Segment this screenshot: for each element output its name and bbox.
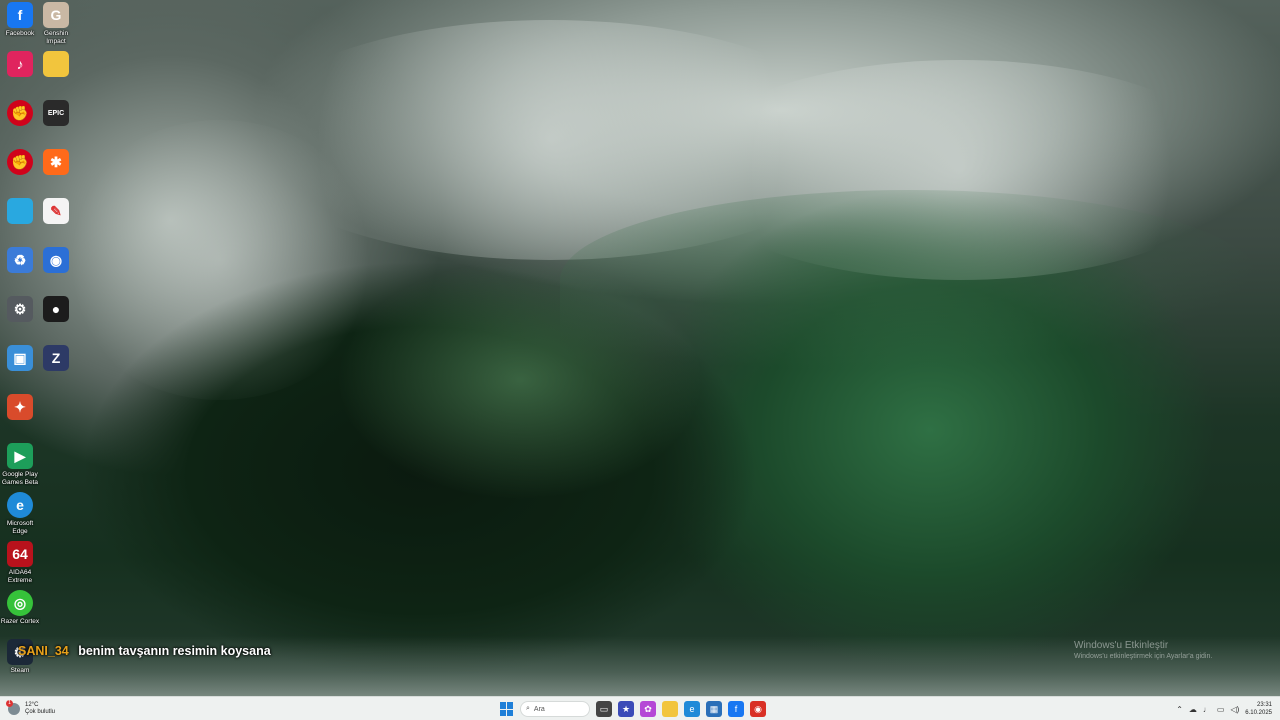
genshin-icon: G — [43, 2, 69, 28]
google-play-games-icon: ▶ — [7, 443, 33, 469]
desktop-wallpaper — [0, 0, 1280, 696]
app-icon-4: ✎ — [43, 198, 69, 224]
desktop-icon-label: Genshin Impact — [43, 30, 69, 45]
desktop-icon[interactable]: ▶ Google Play Games Beta — [0, 443, 40, 487]
weather-temp: 12°C — [25, 702, 39, 708]
desktop-icon[interactable]: 64 AIDA64 Extreme — [0, 541, 40, 585]
desktop-icon[interactable] — [0, 198, 40, 226]
desktop-icon[interactable]: ⚙ — [0, 296, 40, 324]
desktop-icon[interactable]: ▣ — [0, 345, 40, 373]
chevron-up-icon[interactable]: ⌃ — [1176, 705, 1183, 714]
desktop-icon-label: Razer Cortex — [0, 618, 40, 625]
desktop-icon[interactable]: ✱ — [36, 149, 76, 177]
taskbar: 1 12°C Çok bulutlu ⌕ Ara ▭ ★ ✿ e ▦ f ◉ ⌃ ☁ ♩ ▭… — [0, 696, 1280, 720]
app-icon-3 — [7, 198, 33, 224]
search-icon: ⌕ — [526, 705, 530, 712]
riot-icon: ✊ — [7, 100, 33, 126]
aida64-icon: 64 — [7, 541, 33, 567]
chat-username: SANI_34 — [18, 644, 69, 658]
folder-icon — [43, 51, 69, 77]
clock-date: 6.10.2025 — [1245, 710, 1272, 716]
store-icon[interactable]: ▦ — [706, 701, 722, 717]
desktop-icon[interactable]: ◉ — [36, 247, 76, 275]
desktop-icon[interactable]: EPIC — [36, 100, 76, 128]
desktop-icon-label: AIDA64 Extreme — [7, 569, 33, 584]
app-icon-5: ◉ — [43, 247, 69, 273]
clock-time: 23:31 — [1256, 702, 1272, 708]
epic-games-icon: EPIC — [43, 100, 69, 126]
activation-watermark: Windows'u Etkinleştir Windows'u etkinleş… — [1074, 640, 1212, 660]
desktop-icon[interactable]: ✊ — [0, 100, 40, 128]
app-icon-7: ● — [43, 296, 69, 322]
chat-message: benim tavşanın resimin koysana — [78, 644, 271, 658]
desktop-icon[interactable]: ✦ — [0, 394, 40, 422]
facebook-taskbar-icon[interactable]: f — [728, 701, 744, 717]
desktop-icon[interactable]: e Microsoft Edge — [0, 492, 40, 536]
task-view-icon[interactable]: ▭ — [596, 701, 612, 717]
copilot-icon[interactable]: ✿ — [640, 701, 656, 717]
desktop-icon[interactable]: Z — [36, 345, 76, 373]
activation-title: Windows'u Etkinleştir — [1074, 640, 1169, 651]
chrome-icon[interactable]: ◉ — [750, 701, 766, 717]
file-explorer-icon[interactable] — [662, 701, 678, 717]
desktop-icon[interactable]: ◎ Razer Cortex — [0, 590, 40, 626]
clock[interactable]: 23:31 6.10.2025 — [1245, 701, 1272, 717]
app-icon-9: Z — [43, 345, 69, 371]
riot-icon-2: ✊ — [7, 149, 33, 175]
app-icon-6: ⚙ — [7, 296, 33, 322]
desktop-icon[interactable]: ● — [36, 296, 76, 324]
desktop-icon-label: Microsoft Edge — [6, 520, 34, 535]
game-app-icon[interactable]: ★ — [618, 701, 634, 717]
desktop-icon[interactable]: f Facebook — [0, 2, 40, 38]
network-icon[interactable]: ▭ — [1217, 705, 1225, 714]
desktop-icon[interactable]: ♪ — [0, 51, 40, 79]
desktop-icon[interactable] — [36, 51, 76, 79]
app-icon-2: ✱ — [43, 149, 69, 175]
volume-icon[interactable]: ◁) — [1230, 705, 1239, 714]
desktop-icon[interactable]: ✎ — [36, 198, 76, 226]
activation-subtitle: Windows'u etkinleştirmek için Ayarlar'a … — [1074, 653, 1213, 660]
edge-taskbar-icon[interactable]: e — [684, 701, 700, 717]
app-icon-8: ▣ — [7, 345, 33, 371]
app-icon-10: ✦ — [7, 394, 33, 420]
desktop-icon[interactable]: ✊ — [0, 149, 40, 177]
microphone-icon[interactable]: ♩ — [1203, 705, 1211, 714]
cloud-sync-icon[interactable]: ☁ — [1189, 705, 1197, 714]
desktop-icon-label: Facebook — [5, 30, 35, 37]
desktop-icon[interactable]: G Genshin Impact — [36, 2, 76, 46]
taskbar-center: ⌕ Ara ▭ ★ ✿ e ▦ f ◉ — [500, 700, 766, 718]
weather-desc: Çok bulutlu — [25, 709, 56, 715]
chat-overlay: SANI_34 benim tavşanın resimin koysana — [18, 644, 271, 658]
search-box[interactable]: ⌕ Ara — [520, 701, 590, 717]
weather-badge: 1 — [6, 700, 13, 707]
cloud-icon: 1 — [6, 700, 20, 715]
search-placeholder: Ara — [533, 705, 545, 713]
edge-icon: e — [7, 492, 33, 518]
desktop-icon[interactable]: ♻ — [0, 247, 40, 275]
facebook-icon: f — [7, 2, 33, 28]
recycle-bin-icon: ♻ — [7, 247, 33, 273]
desktop-icon-label: Google Play Games Beta — [1, 471, 39, 486]
app-icon: ♪ — [7, 51, 33, 77]
razer-cortex-icon: ◎ — [7, 590, 33, 616]
pinned-apps: ▭ ★ ✿ e ▦ f ◉ — [596, 701, 766, 717]
desktop-icon-label: Steam — [10, 667, 30, 674]
start-button[interactable] — [500, 702, 514, 716]
system-tray: ⌃ ☁ ♩ ▭ ◁) 23:31 6.10.2025 — [1176, 699, 1272, 719]
weather-widget[interactable]: 1 12°C Çok bulutlu — [6, 700, 56, 718]
